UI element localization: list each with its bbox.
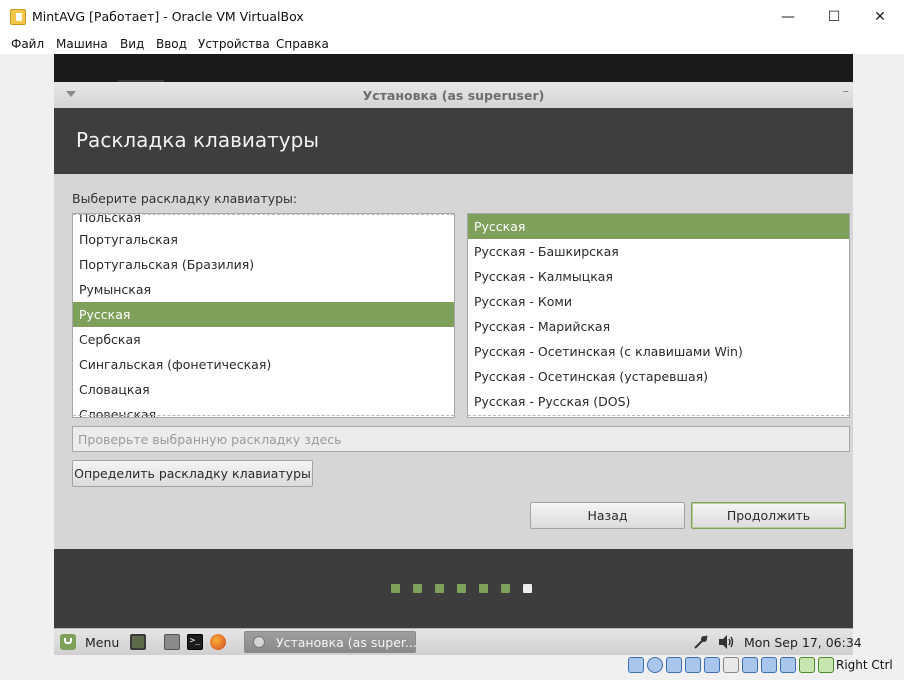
dialog-body: Выберите раскладку клавиатуры: Польская …	[54, 174, 853, 549]
minimize-button[interactable]: —	[765, 0, 811, 34]
menu-input[interactable]: Ввод	[156, 37, 187, 51]
clock[interactable]: Mon Sep 17, 06:34	[744, 635, 862, 650]
guest-taskbar: Menu >_ Установка (as super... Mon Sep 1…	[54, 628, 862, 655]
list-item[interactable]: Португальская	[73, 227, 454, 252]
show-desktop-icon[interactable]	[130, 634, 146, 650]
files-icon[interactable]	[164, 634, 180, 650]
list-item[interactable]: Португальская (Бразилия)	[73, 252, 454, 277]
menu-button-label[interactable]: Menu	[85, 635, 119, 650]
taskbar-window-label: Установка (as super...	[276, 635, 417, 650]
list-divider	[73, 415, 454, 416]
menu-file[interactable]: Файл	[11, 37, 44, 51]
list-item[interactable]: Русская - Осетинская (устаревшая)	[468, 364, 849, 389]
dialog-titlebar: Установка (as superuser) –	[54, 82, 853, 108]
dialog-footer	[54, 549, 853, 628]
usb-icon[interactable]	[704, 657, 720, 673]
list-item-selected[interactable]: Русская	[73, 302, 454, 327]
progress-dot	[501, 584, 510, 593]
list-item[interactable]: Русская - Башкирская	[468, 239, 849, 264]
progress-dot	[435, 584, 444, 593]
window-titlebar: MintAVG [Работает] - Oracle VM VirtualBo…	[0, 0, 904, 34]
progress-dot	[391, 584, 400, 593]
close-button[interactable]: ✕	[857, 0, 903, 34]
cpu-icon[interactable]	[780, 657, 796, 673]
list-item[interactable]: Румынская	[73, 277, 454, 302]
variant-list[interactable]: Русская Русская - Башкирская Русская - К…	[467, 213, 850, 418]
layout-test-input[interactable]	[72, 426, 850, 452]
list-divider	[73, 214, 454, 215]
progress-dot	[479, 584, 488, 593]
menu-help[interactable]: Справка	[276, 37, 329, 51]
mouse-integration-icon[interactable]	[799, 657, 815, 673]
audio-icon[interactable]	[666, 657, 682, 673]
mint-menu-icon[interactable]	[60, 634, 76, 650]
list-item[interactable]: Сербская	[73, 327, 454, 352]
menu-view[interactable]: Вид	[120, 37, 144, 51]
list-item[interactable]: Русская - Калмыцкая	[468, 264, 849, 289]
layout-prompt-label: Выберите раскладку клавиатуры:	[72, 191, 298, 206]
list-item[interactable]: Русская - Осетинская (с клавишами Win)	[468, 339, 849, 364]
window-title: MintAVG [Работает] - Oracle VM VirtualBo…	[32, 9, 304, 24]
display-icon[interactable]	[742, 657, 758, 673]
list-item[interactable]: Русская - Русская (DOS)	[468, 389, 849, 414]
progress-dot	[523, 584, 532, 593]
taskbar-window-button[interactable]: Установка (as super...	[244, 631, 417, 653]
progress-dot	[457, 584, 466, 593]
back-button[interactable]: Назад	[530, 502, 685, 529]
dialog-minimize-icon[interactable]: –	[843, 84, 850, 99]
maximize-button[interactable]: ☐	[811, 0, 857, 34]
list-item[interactable]: Русская - Марийская	[468, 314, 849, 339]
detect-layout-button[interactable]: Определить раскладку клавиатуры	[72, 460, 313, 487]
vm-screen[interactable]: Установка (as superuser) – Раскладка кла…	[54, 54, 853, 628]
volume-tray-icon[interactable]	[717, 634, 735, 650]
dialog-title: Установка (as superuser)	[362, 88, 545, 103]
optical-icon[interactable]	[647, 657, 663, 673]
firefox-icon[interactable]	[210, 634, 226, 650]
network-tray-icon[interactable]	[692, 633, 710, 651]
host-key-label: Right Ctrl	[836, 658, 893, 672]
menubar: Файл Машина Вид Ввод Устройства Справка	[0, 34, 904, 54]
keyboard-icon[interactable]	[818, 657, 834, 673]
network-icon[interactable]	[685, 657, 701, 673]
list-item[interactable]: Словацкая	[73, 377, 454, 402]
installer-dialog: Установка (as superuser) – Раскладка кла…	[54, 82, 853, 628]
dialog-header: Раскладка клавиатуры	[54, 108, 853, 174]
installer-disc-icon	[253, 636, 265, 648]
menu-machine[interactable]: Машина	[56, 37, 108, 51]
page-title: Раскладка клавиатуры	[76, 128, 320, 152]
menu-devices[interactable]: Устройства	[198, 37, 270, 51]
list-item[interactable]: Сингальская (фонетическая)	[73, 352, 454, 377]
terminal-icon[interactable]: >_	[187, 634, 203, 650]
continue-button[interactable]: Продолжить	[691, 502, 846, 529]
list-item-selected[interactable]: Русская	[468, 214, 849, 239]
layout-list[interactable]: Польская Португальская Португальская (Бр…	[72, 213, 455, 418]
shared-folder-icon[interactable]	[723, 657, 739, 673]
video-capture-icon[interactable]	[761, 657, 777, 673]
list-item[interactable]: Русская - Коми	[468, 289, 849, 314]
hdd-icon[interactable]	[628, 657, 644, 673]
virtualbox-app-icon	[10, 9, 26, 25]
progress-dot	[413, 584, 422, 593]
list-divider	[468, 415, 849, 416]
